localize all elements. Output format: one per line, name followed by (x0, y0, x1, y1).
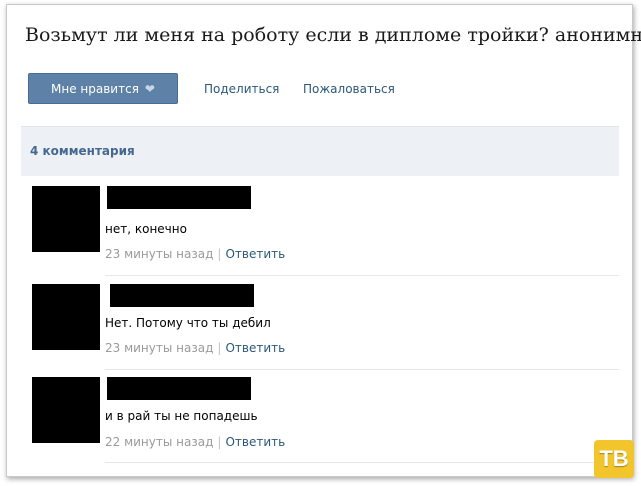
comment-item: Нет. Потому что ты дебил 23 минуты назад… (21, 284, 619, 374)
comment-time[interactable]: 22 минуты назад (105, 435, 213, 449)
meta-separator: | (217, 435, 222, 449)
reply-link[interactable]: Ответить (225, 341, 285, 355)
meta-separator: | (217, 341, 222, 355)
meta-separator: | (217, 247, 222, 261)
reply-link[interactable]: Ответить (225, 435, 285, 449)
comments-count[interactable]: 4 комментария (30, 144, 135, 158)
heart-icon: ❤ (144, 81, 155, 96)
like-button-label: Мне нравится (51, 81, 139, 96)
comment-meta: 23 минуты назад | Ответить (105, 341, 285, 355)
comment-meta: 23 минуты назад | Ответить (105, 247, 285, 261)
author-name-redacted[interactable] (107, 186, 251, 209)
share-link[interactable]: Поделиться (204, 82, 279, 96)
comment-time[interactable]: 23 минуты назад (105, 247, 213, 261)
site-watermark-logo: ТВ (594, 440, 634, 478)
comment-divider (105, 275, 619, 276)
avatar[interactable] (32, 284, 100, 350)
comment-text: нет, конечно (105, 222, 187, 236)
comment-divider (105, 369, 619, 370)
post-card: Возьмут ли меня на роботу если в дипломе… (6, 4, 641, 477)
avatar[interactable] (32, 377, 100, 443)
report-link[interactable]: Пожаловаться (303, 82, 395, 96)
comment-text: и в рай ты не попадешь (105, 409, 258, 423)
reply-link[interactable]: Ответить (225, 247, 285, 261)
comment-divider (105, 462, 619, 463)
author-name-redacted[interactable] (107, 377, 251, 400)
comments-header: 4 комментария (21, 126, 619, 176)
like-button[interactable]: Мне нравится ❤ (28, 73, 178, 104)
author-name-redacted[interactable] (110, 284, 254, 307)
comment-meta: 22 минуты назад | Ответить (105, 435, 285, 449)
comment-item: нет, конечно 23 минуты назад | Ответить (21, 186, 619, 276)
comment-item: и в рай ты не попадешь 22 минуты назад | О… (21, 377, 619, 467)
comment-time[interactable]: 23 минуты назад (105, 341, 213, 355)
avatar[interactable] (32, 186, 100, 252)
post-title: Возьмут ли меня на роботу если в дипломе… (25, 24, 641, 46)
comment-text: Нет. Потому что ты дебил (105, 316, 271, 330)
